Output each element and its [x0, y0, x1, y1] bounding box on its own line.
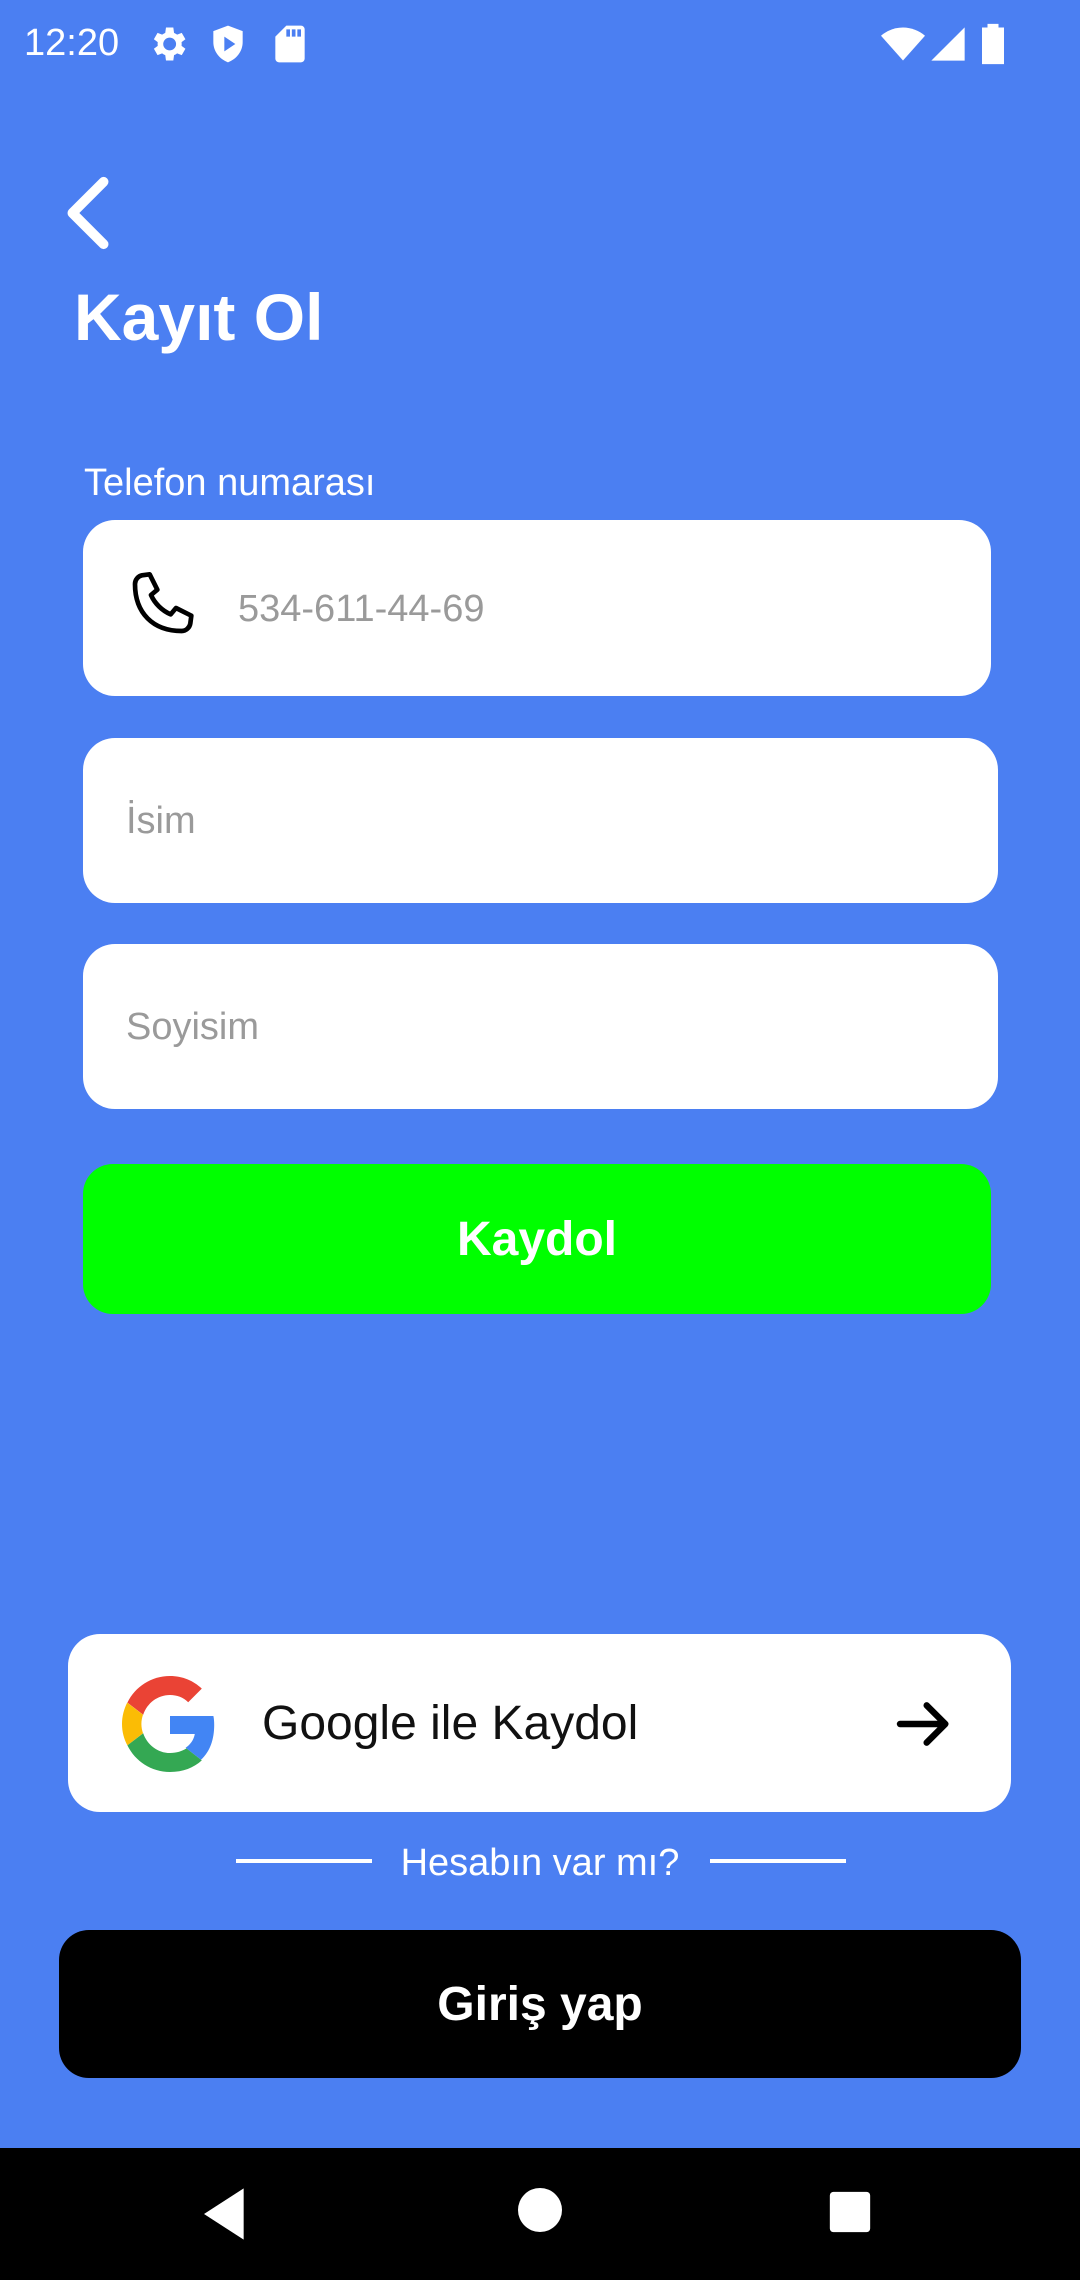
shield-play-icon	[213, 25, 243, 63]
google-register-label: Google ile Kaydol	[262, 1697, 639, 1750]
status-time: 12:20	[24, 22, 120, 64]
phone-label: Telefon numarası	[84, 462, 376, 504]
login-button[interactable]: Giriş yap	[59, 1930, 1021, 2078]
phone-icon	[132, 572, 194, 634]
wifi-icon	[881, 27, 925, 61]
battery-icon	[982, 23, 1004, 65]
name-input[interactable]	[124, 790, 968, 852]
sd-card-icon	[275, 25, 305, 63]
divider-right	[710, 1859, 846, 1863]
login-button-label: Giriş yap	[437, 1977, 643, 2031]
have-account-text: Hesabın var mı?	[400, 1842, 680, 1884]
settings-icon	[153, 27, 186, 61]
nav-recent-icon[interactable]	[828, 2190, 872, 2234]
surname-input[interactable]	[124, 996, 968, 1058]
page-title: Kayıt Ol	[74, 280, 324, 354]
nav-home-icon[interactable]	[516, 2186, 564, 2234]
google-logo	[122, 1676, 215, 1772]
arrow-right-icon	[896, 1702, 949, 1746]
register-button-label: Kaydol	[456, 1212, 618, 1266]
signal-icon	[931, 27, 965, 61]
phone-input[interactable]	[236, 578, 960, 640]
chevron-left-icon	[67, 176, 109, 250]
divider-left	[236, 1859, 372, 1863]
nav-back-icon[interactable]	[200, 2186, 250, 2242]
back-button[interactable]	[60, 168, 140, 258]
register-button[interactable]: Kaydol	[83, 1164, 991, 1314]
